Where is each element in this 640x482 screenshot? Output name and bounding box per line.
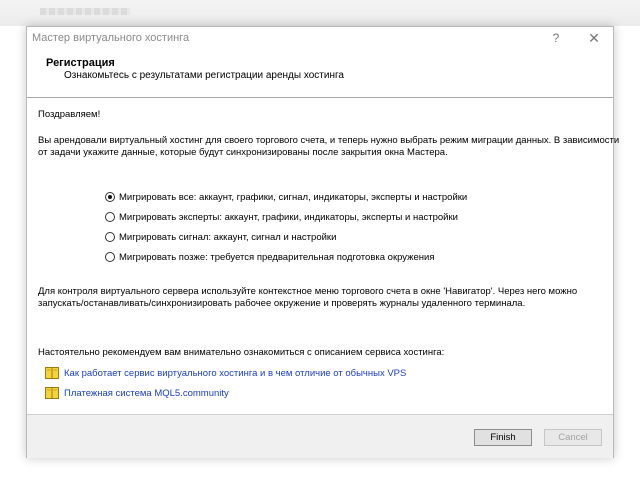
- radio-button[interactable]: [105, 212, 115, 222]
- link-label[interactable]: Как работает сервис виртуального хостинг…: [64, 368, 406, 379]
- wizard-body: Поздравляем! Вы арендовали виртуальный х…: [27, 98, 619, 414]
- option-label: Мигрировать позже: требуется предварител…: [119, 251, 435, 263]
- option-migrate-signal[interactable]: Мигрировать сигнал: аккаунт, сигнал и на…: [105, 230, 336, 244]
- title-bar: Мастер виртуального хостинга ? ✕: [27, 27, 613, 49]
- window-title: Мастер виртуального хостинга: [32, 32, 190, 44]
- recommendation-text: Настоятельно рекомендуем вам внимательно…: [38, 347, 445, 358]
- navigator-note-line-2: запускать/останавливать/синхронизировать…: [38, 298, 526, 309]
- finish-button[interactable]: Finish: [474, 429, 532, 446]
- page-subtitle: Ознакомьтесь с результатами регистрации …: [64, 70, 344, 81]
- background-window-strip: [0, 0, 640, 26]
- option-label: Мигрировать все: аккаунт, графики, сигна…: [119, 191, 468, 203]
- help-button[interactable]: ?: [547, 29, 565, 47]
- hosting-wizard-dialog: Мастер виртуального хостинга ? ✕ Регистр…: [26, 26, 619, 458]
- radio-button[interactable]: [105, 192, 115, 202]
- link-label[interactable]: Платежная система MQL5.community: [64, 388, 229, 399]
- option-label: Мигрировать эксперты: аккаунт, графики, …: [119, 211, 458, 223]
- option-migrate-experts[interactable]: Мигрировать эксперты: аккаунт, графики, …: [105, 210, 458, 224]
- cancel-button[interactable]: Cancel: [544, 429, 602, 446]
- option-label: Мигрировать сигнал: аккаунт, сигнал и на…: [119, 231, 337, 243]
- radio-button[interactable]: [105, 252, 115, 262]
- book-icon: [45, 387, 59, 399]
- navigator-note-line-1: Для контроля виртуального сервера исполь…: [38, 286, 578, 297]
- option-migrate-later[interactable]: Мигрировать позже: требуется предварител…: [105, 250, 434, 264]
- book-icon: [45, 367, 59, 379]
- close-button[interactable]: ✕: [585, 29, 603, 47]
- screen: Мастер виртуального хостинга ? ✕ Регистр…: [0, 0, 640, 482]
- intro-text-line-2: от задачи укажите данные, которые будут …: [38, 147, 448, 158]
- intro-text-line-1: Вы арендовали виртуальный хостинг для св…: [38, 135, 620, 146]
- background-blurred-text: [40, 8, 130, 15]
- page-title: Регистрация: [46, 57, 115, 69]
- link-payment-system[interactable]: Платежная система MQL5.community: [45, 386, 229, 400]
- greeting-text: Поздравляем!: [38, 109, 101, 120]
- radio-button[interactable]: [105, 232, 115, 242]
- option-migrate-all[interactable]: Мигрировать все: аккаунт, графики, сигна…: [105, 190, 467, 204]
- link-hosting-service[interactable]: Как работает сервис виртуального хостинг…: [45, 366, 406, 380]
- wizard-header: Регистрация Ознакомьтесь с результатами …: [27, 49, 613, 98]
- wizard-footer: Finish Cancel: [27, 414, 613, 458]
